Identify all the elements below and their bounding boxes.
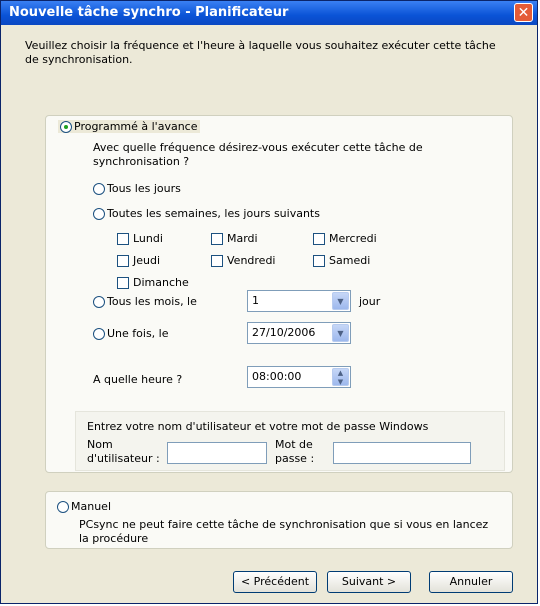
scheduler-dialog: Nouvelle tâche synchro - Planificateur ✕… [0,0,538,604]
monthly-day-dropdown-button[interactable]: ▼ [332,292,349,310]
day-mercredi[interactable]: Mercredi [313,232,377,245]
day-samedi[interactable]: Samedi [313,254,370,267]
frequency-question: Avec quelle fréquence désirez-vous exécu… [93,141,423,168]
date-dropdown-button[interactable]: ▼ [332,324,349,342]
samedi-label: Samedi [329,254,371,267]
username-label: Nom d'utilisateur : [87,438,160,466]
lundi-label: Lundi [133,232,163,245]
day-lundi[interactable]: Lundi [117,232,163,245]
time-label: A quelle heure ? [93,373,183,386]
window-title: Nouvelle tâche synchro - Planificateur [9,5,289,20]
title-bar[interactable]: Nouvelle tâche synchro - Planificateur ✕ [1,1,537,25]
time-spinner[interactable]: ▲ ▼ [332,368,349,386]
jeudi-checkbox[interactable] [117,255,129,267]
username-label-line2: d'utilisateur : [87,452,160,465]
mardi-label: Mardi [227,232,258,245]
daily-label: Tous les jours [107,182,181,195]
samedi-checkbox[interactable] [313,255,325,267]
day-jeudi[interactable]: Jeudi [117,254,160,267]
username-field[interactable] [167,442,267,464]
chevron-down-icon: ▼ [337,297,344,306]
once-label: Une fois, le [107,327,169,340]
daily-option[interactable]: Tous les jours [93,182,181,195]
scheduled-label: Programmé à l'avance [74,120,198,133]
mercredi-label: Mercredi [329,232,377,245]
password-field[interactable] [333,442,471,464]
password-label-line1: Mot de [275,438,313,451]
dimanche-label: Dimanche [133,276,189,289]
weekly-label: Toutes les semaines, les jours suivants [107,207,320,220]
jeudi-label: Jeudi [133,254,161,267]
monthly-suffix: jour [359,295,381,308]
manual-option[interactable]: Manuel [57,500,111,513]
monthly-option[interactable]: Tous les mois, le [93,295,197,308]
time-value: 08:00:00 [252,370,302,383]
credentials-prompt: Entrez votre nom d'utilisateur et votre … [87,420,429,433]
username-label-line1: Nom [87,438,113,451]
close-button[interactable]: ✕ [514,3,533,22]
scheduled-radio[interactable] [60,121,72,133]
mardi-checkbox[interactable] [211,233,223,245]
manual-radio[interactable] [57,501,69,513]
password-label-line2: passe : [275,452,315,465]
close-icon: ✕ [517,5,530,21]
chevron-down-icon: ▼ [337,329,344,338]
manual-description: PCsync ne peut faire cette tâche de sync… [79,518,489,545]
cancel-button[interactable]: Annuler [429,571,513,593]
previous-button[interactable]: < Précédent [233,571,317,593]
weekly-option[interactable]: Toutes les semaines, les jours suivants [93,207,320,220]
day-vendredi[interactable]: Vendredi [211,254,275,267]
mercredi-checkbox[interactable] [313,233,325,245]
manual-label: Manuel [71,500,111,513]
daily-radio[interactable] [93,183,105,195]
day-dimanche[interactable]: Dimanche [117,276,189,289]
once-option[interactable]: Une fois, le [93,327,169,340]
day-mardi[interactable]: Mardi [211,232,258,245]
once-date-value: 27/10/2006 [252,326,316,339]
next-button[interactable]: Suivant > [327,571,411,593]
weekly-radio[interactable] [93,208,105,220]
scheduled-option[interactable]: Programmé à l'avance [58,120,200,133]
monthly-label: Tous les mois, le [107,295,197,308]
vendredi-label: Vendredi [227,254,276,267]
password-label: Mot de passe : [275,438,314,466]
intro-text: Veuillez choisir la fréquence et l'heure… [25,39,496,66]
monthly-radio[interactable] [93,296,105,308]
monthly-day-value: 1 [252,294,259,307]
spinner-arrows-icon: ▲ ▼ [337,369,344,386]
lundi-checkbox[interactable] [117,233,129,245]
dimanche-checkbox[interactable] [117,277,129,289]
once-radio[interactable] [93,328,105,340]
vendredi-checkbox[interactable] [211,255,223,267]
